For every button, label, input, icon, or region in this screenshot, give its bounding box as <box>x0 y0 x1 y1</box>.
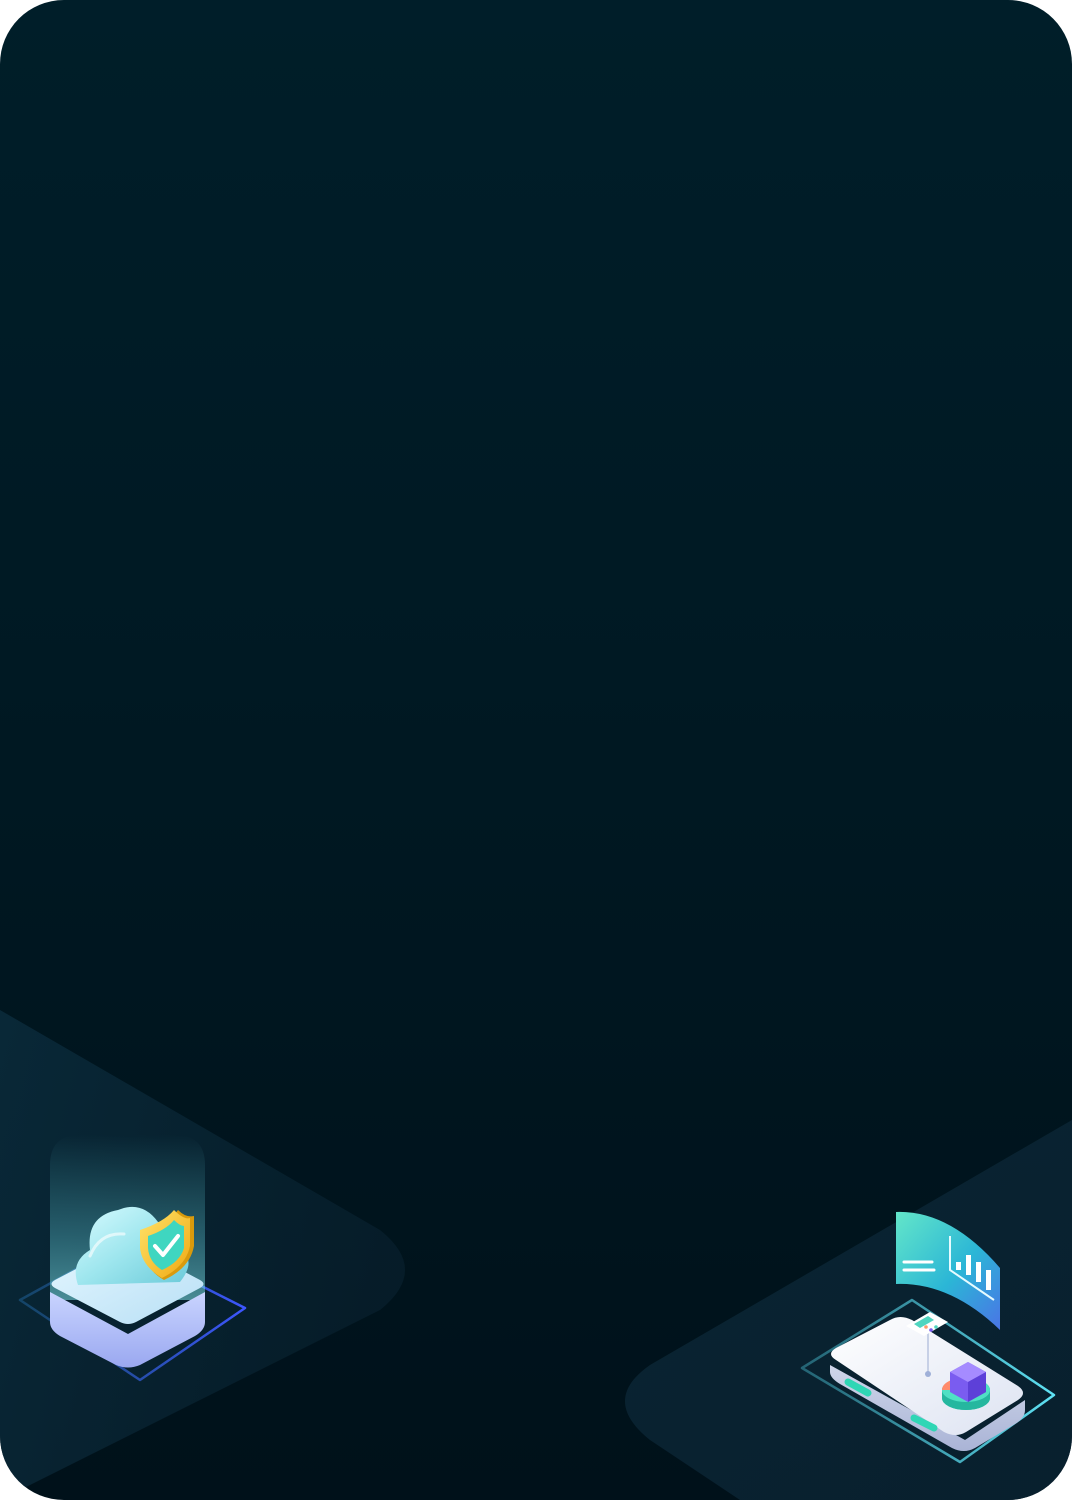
illustration-scene <box>0 1010 1072 1500</box>
right-diamond-panel <box>625 1120 1072 1500</box>
background-card <box>0 0 1072 1500</box>
